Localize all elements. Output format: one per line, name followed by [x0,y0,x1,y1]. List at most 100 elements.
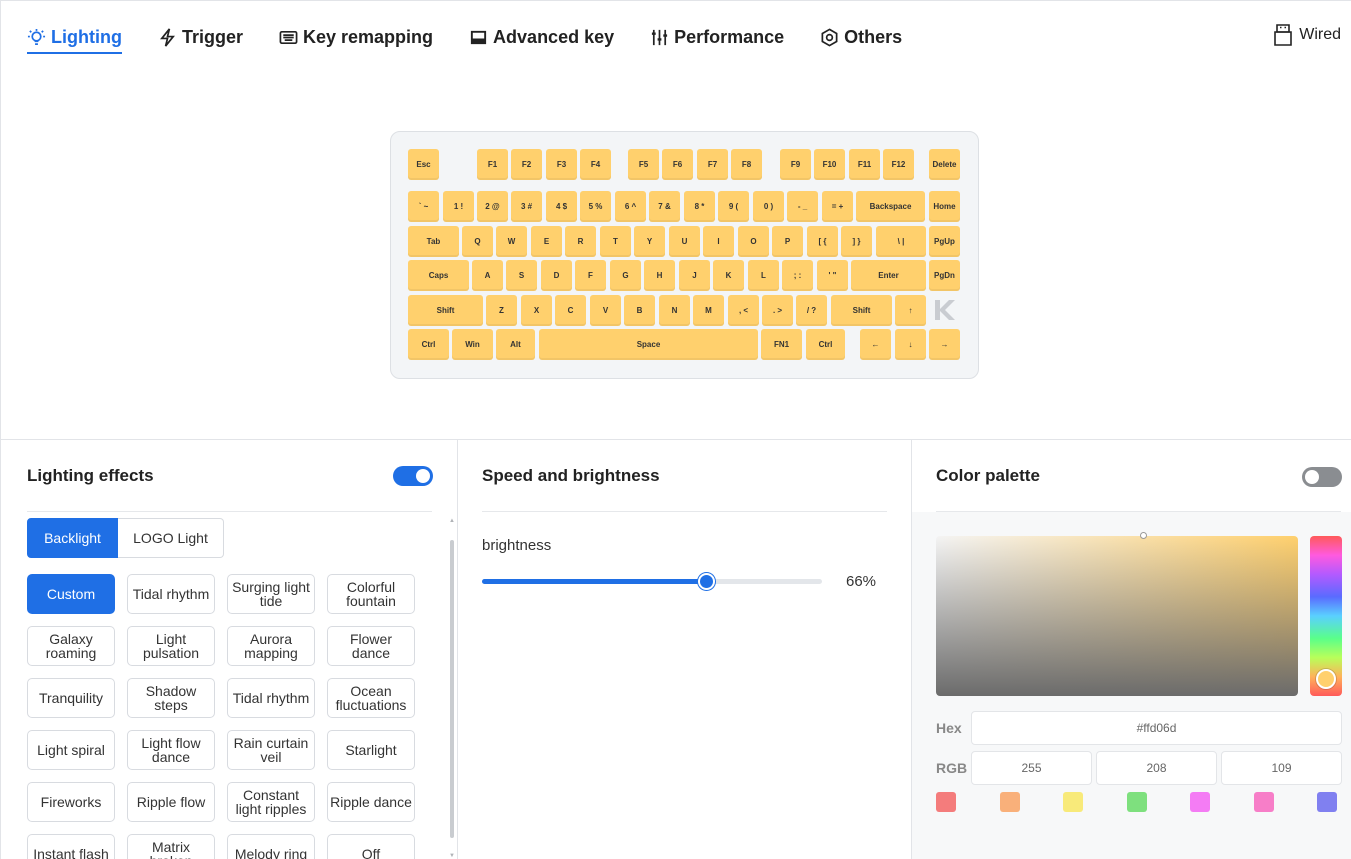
key[interactable]: O [738,226,769,257]
key[interactable]: D [541,260,572,291]
effect-button[interactable]: Melody ring [227,834,315,859]
key[interactable]: F5 [628,149,659,180]
key[interactable]: [ { [807,226,838,257]
effect-button[interactable]: Colorful fountain [327,574,415,614]
key[interactable]: 5 % [580,191,611,222]
key[interactable]: Shift [408,295,483,326]
key[interactable]: Win [452,329,493,360]
effect-button[interactable]: Light flow dance [127,730,215,770]
key[interactable]: . > [762,295,793,326]
key[interactable]: Q [462,226,493,257]
key[interactable]: ` ~ [408,191,439,222]
key[interactable]: Caps [408,260,469,291]
key[interactable]: ← [860,329,891,360]
color-swatch[interactable] [1063,792,1083,812]
key[interactable]: 4 $ [546,191,577,222]
key[interactable]: 3 # [511,191,542,222]
scroll-down-arrow[interactable]: ▼ [449,853,455,859]
key[interactable]: R [565,226,596,257]
hue-slider-thumb[interactable] [1316,669,1336,689]
key[interactable]: H [644,260,675,291]
key[interactable]: B [624,295,655,326]
key[interactable]: Backspace [856,191,925,222]
key[interactable]: U [669,226,700,257]
lighting-effects-toggle[interactable] [393,466,433,486]
key[interactable]: A [472,260,503,291]
key[interactable]: F9 [780,149,811,180]
key[interactable]: F11 [849,149,880,180]
key[interactable]: ↑ [895,295,926,326]
key[interactable]: F1 [477,149,508,180]
key[interactable]: F [575,260,606,291]
effect-button[interactable]: Fireworks [27,782,115,822]
effect-button[interactable]: Ripple flow [127,782,215,822]
effect-button[interactable]: Surging light tide [227,574,315,614]
key[interactable]: M [693,295,724,326]
color-swatch[interactable] [1127,792,1147,812]
key[interactable]: PgUp [929,226,960,257]
key[interactable]: 1 ! [443,191,474,222]
key[interactable]: FN1 [761,329,802,360]
color-swatch[interactable] [1254,792,1274,812]
key[interactable]: 9 ( [718,191,749,222]
color-swatch[interactable] [1000,792,1020,812]
effect-button[interactable]: Tidal rhythm [227,678,315,718]
key[interactable]: Enter [851,260,926,291]
color-swatch[interactable] [936,792,956,812]
key[interactable]: = + [822,191,853,222]
key[interactable]: I [703,226,734,257]
key[interactable]: ] } [841,226,872,257]
tab-performance[interactable]: Performance [650,22,784,52]
backlight-mode-button[interactable]: Backlight [27,518,118,558]
key[interactable]: G [610,260,641,291]
key[interactable]: ↓ [895,329,926,360]
blue-input[interactable]: 109 [1221,751,1342,785]
key[interactable]: 7 & [649,191,680,222]
key[interactable]: PgDn [929,260,960,291]
key[interactable]: ' " [817,260,848,291]
key[interactable]: 0 ) [753,191,784,222]
key[interactable]: Space [539,329,758,360]
green-input[interactable]: 208 [1096,751,1217,785]
effect-button[interactable]: Aurora mapping [227,626,315,666]
effect-button[interactable]: Tranquility [27,678,115,718]
tab-others[interactable]: Others [820,22,902,52]
key[interactable]: 8 * [684,191,715,222]
key[interactable]: F10 [814,149,845,180]
key[interactable]: F6 [662,149,693,180]
key[interactable]: F7 [697,149,728,180]
key[interactable]: Y [634,226,665,257]
key[interactable]: W [496,226,527,257]
key[interactable]: Esc [408,149,439,180]
key[interactable]: F8 [731,149,762,180]
brightness-slider[interactable] [482,573,822,590]
effect-button[interactable]: Constant light ripples [227,782,315,822]
key[interactable]: Tab [408,226,459,257]
key[interactable]: L [748,260,779,291]
key[interactable]: F3 [546,149,577,180]
key[interactable]: F4 [580,149,611,180]
effect-button[interactable]: Light spiral [27,730,115,770]
connection-status[interactable]: Wired [1273,24,1341,46]
key[interactable]: S [506,260,537,291]
key[interactable]: V [590,295,621,326]
effect-button[interactable]: Light pulsation [127,626,215,666]
effect-button[interactable]: Flower dance [327,626,415,666]
saturation-picker-handle[interactable] [1140,532,1147,539]
effect-button[interactable]: Instant flash [27,834,115,859]
effect-button[interactable]: Ripple dance [327,782,415,822]
effects-scrollbar[interactable]: ▲ ▼ [449,518,455,859]
key[interactable]: F2 [511,149,542,180]
effect-button[interactable]: Tidal rhythm [127,574,215,614]
tab-advanced-key[interactable]: Advanced key [469,22,614,52]
key[interactable]: P [772,226,803,257]
key[interactable]: E [531,226,562,257]
key[interactable]: Home [929,191,960,222]
scroll-up-arrow[interactable]: ▲ [449,518,455,524]
key[interactable]: K [713,260,744,291]
key[interactable]: / ? [796,295,827,326]
key[interactable]: T [600,226,631,257]
key[interactable]: J [679,260,710,291]
effect-button[interactable]: Shadow steps [127,678,215,718]
key[interactable]: 2 @ [477,191,508,222]
